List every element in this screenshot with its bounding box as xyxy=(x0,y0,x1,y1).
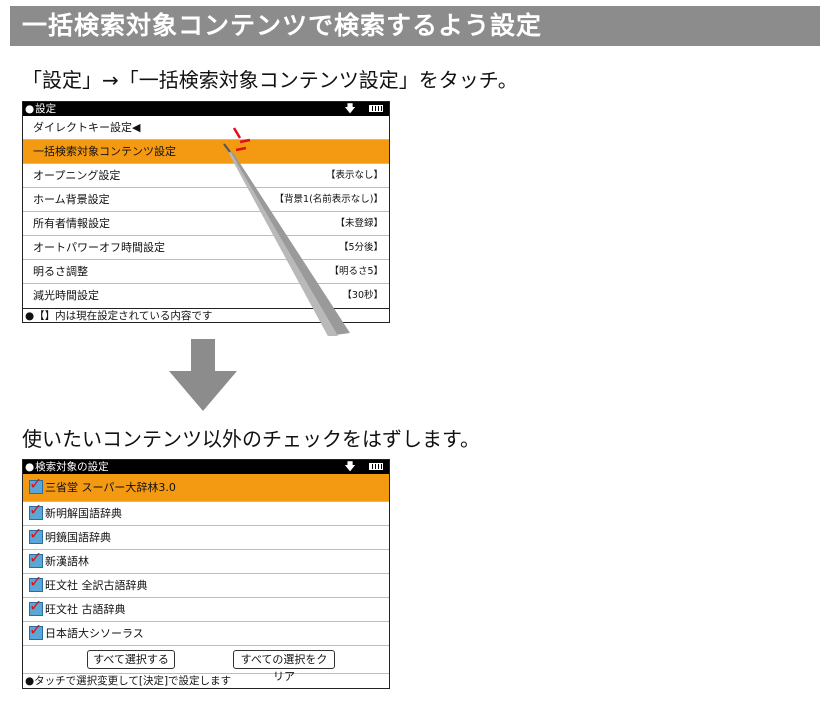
content-item-thesaurus[interactable]: ✓ 日本語大シソーラス xyxy=(23,621,389,646)
checkbox[interactable]: ✓ xyxy=(29,501,43,520)
settings-item-label: オートパワーオフ時間設定 xyxy=(33,241,165,254)
settings-header-title: 設定 xyxy=(35,103,57,115)
settings-item-label: 一括検索対象コンテンツ設定 xyxy=(33,145,176,158)
checkbox[interactable]: ✓ xyxy=(29,475,43,494)
content-item-label: 新明解国語辞典 xyxy=(45,507,122,520)
download-arrow-icon: 🡇 xyxy=(344,460,356,473)
content-checklist: ✓ 三省堂 スーパー大辞林3.0 ✓ 新明解国語辞典 ✓ 明鏡国語辞典 ✓ 新漢語林 ✓… xyxy=(23,474,389,646)
search-target-footer-hint: ●タッチで選択変更して[決定]で設定します xyxy=(25,675,232,687)
content-item-label: 旺文社 古語辞典 xyxy=(45,603,126,616)
settings-item-label: オープニング設定 xyxy=(33,169,121,182)
checkbox[interactable]: ✓ xyxy=(29,549,43,568)
page-title: 一括検索対象コンテンツで検索するよう設定 xyxy=(10,6,820,46)
step2-instruction: 使いたいコンテンツ以外のチェックをはずします。 xyxy=(22,427,480,451)
content-item-obunsha-zenyaku-kogo[interactable]: ✓ 旺文社 全訳古語辞典 xyxy=(23,573,389,598)
content-item-shinkangorin[interactable]: ✓ 新漢語林 xyxy=(23,549,389,574)
battery-icon xyxy=(369,462,383,470)
checkmark-icon: ✓ xyxy=(29,524,43,543)
checkbox[interactable]: ✓ xyxy=(29,573,43,592)
header-bullet: ● xyxy=(25,103,35,115)
search-target-screen: ●検索対象の設定 🡇 ✓ 三省堂 スーパー大辞林3.0 ✓ 新明解国語辞典 ✓ 明鏡国… xyxy=(22,459,390,689)
content-item-label: 日本語大シソーラス xyxy=(45,627,144,640)
settings-header: ●設定 🡇 xyxy=(23,102,389,116)
checkmark-icon: ✓ xyxy=(29,474,43,493)
settings-item-label: ホーム背景設定 xyxy=(33,193,110,206)
checkmark-icon: ✓ xyxy=(29,548,43,567)
settings-item-label: 明るさ調整 xyxy=(33,265,88,278)
down-arrow-icon xyxy=(169,339,237,411)
checkmark-icon: ✓ xyxy=(29,596,43,615)
content-item-meikyo[interactable]: ✓ 明鏡国語辞典 xyxy=(23,525,389,550)
step1-instruction: 「設定」→「一括検索対象コンテンツ設定」をタッチ。 xyxy=(22,68,518,92)
content-item-label: 新漢語林 xyxy=(45,555,89,568)
header-bullet: ● xyxy=(25,461,35,473)
stylus-icon xyxy=(222,127,350,336)
content-item-daijirin[interactable]: ✓ 三省堂 スーパー大辞林3.0 xyxy=(23,474,389,502)
select-all-button[interactable]: すべて選択する xyxy=(87,650,175,669)
clear-all-button[interactable]: すべての選択をクリア xyxy=(233,650,335,683)
content-item-label: 旺文社 全訳古語辞典 xyxy=(45,579,148,592)
settings-item-label: ダイレクトキー設定◀ xyxy=(33,121,141,134)
content-item-label: 明鏡国語辞典 xyxy=(45,531,111,544)
content-item-label: 三省堂 スーパー大辞林3.0 xyxy=(45,481,176,494)
checkmark-icon: ✓ xyxy=(29,620,43,639)
header-status-icons: 🡇 xyxy=(344,460,383,474)
content-item-shinmeikai[interactable]: ✓ 新明解国語辞典 xyxy=(23,501,389,526)
checkbox[interactable]: ✓ xyxy=(29,525,43,544)
checkmark-icon: ✓ xyxy=(29,572,43,591)
header-status-icons: 🡇 xyxy=(344,102,383,116)
checkbox[interactable]: ✓ xyxy=(29,621,43,640)
settings-item-label: 減光時間設定 xyxy=(33,289,99,302)
settings-item-label: 所有者情報設定 xyxy=(33,217,110,230)
content-item-obunsha-kogo[interactable]: ✓ 旺文社 古語辞典 xyxy=(23,597,389,622)
search-target-header: ●検索対象の設定 🡇 xyxy=(23,460,389,474)
download-arrow-icon: 🡇 xyxy=(344,102,356,115)
search-target-header-title: 検索対象の設定 xyxy=(35,461,109,473)
battery-icon xyxy=(369,104,383,112)
checkbox[interactable]: ✓ xyxy=(29,597,43,616)
checkmark-icon: ✓ xyxy=(29,500,43,519)
button-row: すべて選択する すべての選択をクリア xyxy=(23,646,389,683)
